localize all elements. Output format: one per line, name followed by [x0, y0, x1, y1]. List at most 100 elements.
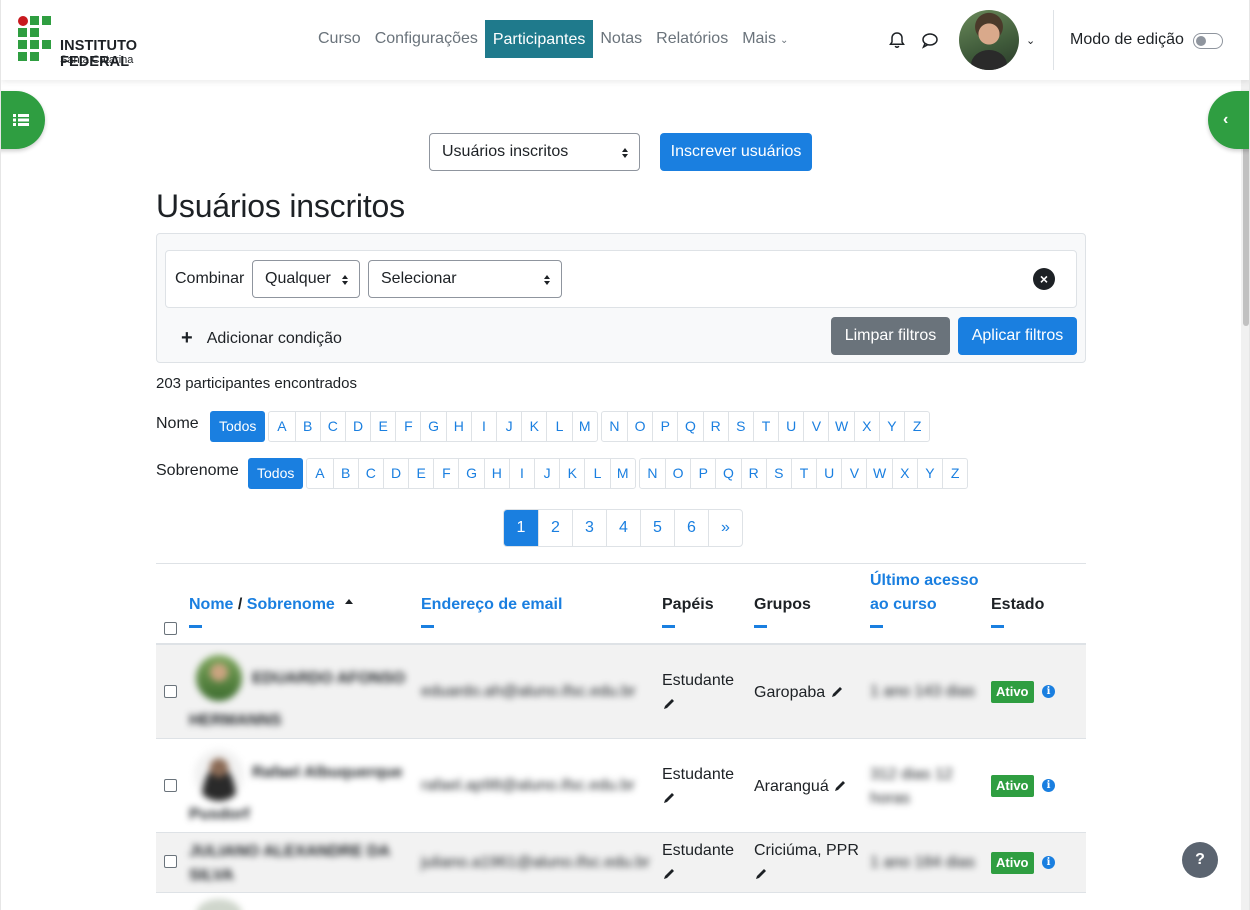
page-link-2[interactable]: 2 — [538, 510, 572, 546]
view-select[interactable]: Usuários inscritos — [429, 133, 640, 171]
row-checkbox[interactable] — [164, 685, 177, 698]
first-initial-letter-i[interactable]: I — [470, 412, 496, 441]
help-button[interactable]: ? — [1182, 842, 1218, 878]
last-initial-letter-k[interactable]: K — [559, 459, 584, 488]
first-initial-letter-a[interactable]: A — [269, 412, 294, 441]
bell-icon[interactable] — [888, 31, 906, 49]
first-initial-todos[interactable]: Todos — [210, 411, 266, 442]
last-initial-letter-y[interactable]: Y — [916, 459, 942, 488]
first-initial-letter-w[interactable]: W — [828, 412, 853, 441]
first-initial-letter-m[interactable]: M — [571, 412, 597, 441]
user-name-link[interactable]: JULIANO ALEXANDRE DA — [189, 840, 390, 864]
pencil-icon[interactable] — [833, 779, 847, 793]
last-initial-letter-x[interactable]: X — [891, 459, 917, 488]
first-initial-letter-p[interactable]: P — [652, 412, 677, 441]
user-picture[interactable] — [194, 749, 244, 801]
match-select[interactable]: Qualquer — [252, 260, 360, 298]
collapse-col-icon[interactable] — [421, 625, 434, 628]
first-initial-letter-r[interactable]: R — [702, 412, 728, 441]
scrollbar[interactable] — [1241, 80, 1249, 910]
first-initial-letter-h[interactable]: H — [445, 412, 471, 441]
first-initial-letter-o[interactable]: O — [626, 412, 652, 441]
first-initial-letter-f[interactable]: F — [395, 412, 420, 441]
enrol-users-button[interactable]: Inscrever usuários — [660, 133, 812, 171]
first-initial-letter-k[interactable]: K — [521, 412, 546, 441]
filter-type-select[interactable]: Selecionar — [368, 260, 562, 298]
first-initial-letter-l[interactable]: L — [546, 412, 571, 441]
sort-first-name[interactable]: Nome — [189, 596, 233, 613]
first-initial-letter-q[interactable]: Q — [677, 412, 702, 441]
last-initial-letter-w[interactable]: W — [866, 459, 891, 488]
collapse-col-icon[interactable] — [754, 625, 767, 628]
first-initial-letter-z[interactable]: Z — [904, 412, 929, 441]
last-initial-letter-l[interactable]: L — [584, 459, 609, 488]
last-initial-letter-h[interactable]: H — [483, 459, 509, 488]
info-icon[interactable]: i — [1042, 779, 1055, 792]
page-link-6[interactable]: 6 — [674, 510, 708, 546]
nav-notas[interactable]: Notas — [593, 20, 649, 58]
last-initial-letter-j[interactable]: J — [534, 459, 559, 488]
last-initial-letter-d[interactable]: D — [382, 459, 408, 488]
last-initial-letter-r[interactable]: R — [740, 459, 766, 488]
last-initial-letter-b[interactable]: B — [332, 459, 358, 488]
sort-last-access[interactable]: Último acesso — [870, 569, 978, 593]
pencil-icon[interactable] — [830, 685, 844, 699]
first-initial-letter-s[interactable]: S — [727, 412, 753, 441]
last-initial-letter-m[interactable]: M — [609, 459, 635, 488]
first-initial-letter-c[interactable]: C — [319, 412, 345, 441]
user-picture[interactable] — [196, 899, 242, 910]
first-initial-letter-t[interactable]: T — [752, 412, 778, 441]
sort-last-name[interactable]: Sobrenome — [247, 596, 335, 613]
first-initial-letter-e[interactable]: E — [370, 412, 395, 441]
last-initial-letter-g[interactable]: G — [458, 459, 483, 488]
page-link-3[interactable]: 3 — [572, 510, 606, 546]
next-page-link[interactable]: » — [708, 510, 742, 546]
last-initial-letter-u[interactable]: U — [816, 459, 841, 488]
info-icon[interactable]: i — [1042, 856, 1055, 869]
first-initial-letter-x[interactable]: X — [853, 412, 879, 441]
pencil-icon[interactable] — [662, 697, 676, 711]
last-initial-letter-s[interactable]: S — [765, 459, 791, 488]
nav-mais[interactable]: Mais ⌄ — [735, 20, 795, 58]
user-name-link[interactable]: Rafael Albuquerque — [252, 761, 403, 785]
info-icon[interactable]: i — [1042, 685, 1055, 698]
last-initial-letter-p[interactable]: P — [690, 459, 715, 488]
last-initial-letter-o[interactable]: O — [664, 459, 690, 488]
nav-relatorios[interactable]: Relatórios — [649, 20, 735, 58]
last-initial-letter-t[interactable]: T — [790, 459, 816, 488]
add-condition-button[interactable]: + Adicionar condição — [181, 326, 342, 349]
last-initial-letter-e[interactable]: E — [408, 459, 433, 488]
first-initial-letter-y[interactable]: Y — [878, 412, 904, 441]
last-initial-letter-a[interactable]: A — [307, 459, 332, 488]
ifsc-logo[interactable]: INSTITUTO FEDERAL Santa Catarina — [18, 16, 208, 70]
last-initial-letter-n[interactable]: N — [640, 459, 665, 488]
last-initial-todos[interactable]: Todos — [248, 458, 304, 489]
sort-email[interactable]: Endereço de email — [421, 596, 562, 613]
first-initial-letter-b[interactable]: B — [294, 412, 320, 441]
chevron-down-icon[interactable]: ⌄ — [1026, 34, 1035, 47]
collapse-col-icon[interactable] — [991, 625, 1004, 628]
clear-filters-button[interactable]: Limpar filtros — [831, 317, 950, 355]
pencil-icon[interactable] — [662, 867, 676, 881]
last-initial-letter-c[interactable]: C — [357, 459, 383, 488]
edit-mode-toggle[interactable] — [1193, 33, 1223, 49]
scrollbar-thumb[interactable] — [1243, 146, 1249, 326]
nav-participantes[interactable]: Participantes — [484, 20, 594, 58]
nav-curso[interactable]: Curso — [311, 20, 368, 58]
course-index-drawer-button[interactable] — [1, 91, 45, 149]
collapse-col-icon[interactable] — [870, 625, 883, 628]
nav-configuracoes[interactable]: Configurações — [368, 20, 485, 58]
user-name-link[interactable]: EDUARDO AFONSO — [252, 667, 405, 691]
select-all-checkbox[interactable] — [164, 622, 177, 635]
last-initial-letter-v[interactable]: V — [841, 459, 866, 488]
last-initial-letter-z[interactable]: Z — [942, 459, 967, 488]
pencil-icon[interactable] — [754, 867, 768, 881]
collapse-col-icon[interactable] — [662, 625, 675, 628]
last-initial-letter-i[interactable]: I — [508, 459, 534, 488]
apply-filters-button[interactable]: Aplicar filtros — [958, 317, 1077, 355]
row-checkbox[interactable] — [164, 779, 177, 792]
row-checkbox[interactable] — [164, 855, 177, 868]
last-initial-letter-f[interactable]: F — [433, 459, 458, 488]
page-link-5[interactable]: 5 — [640, 510, 674, 546]
pencil-icon[interactable] — [662, 791, 676, 805]
